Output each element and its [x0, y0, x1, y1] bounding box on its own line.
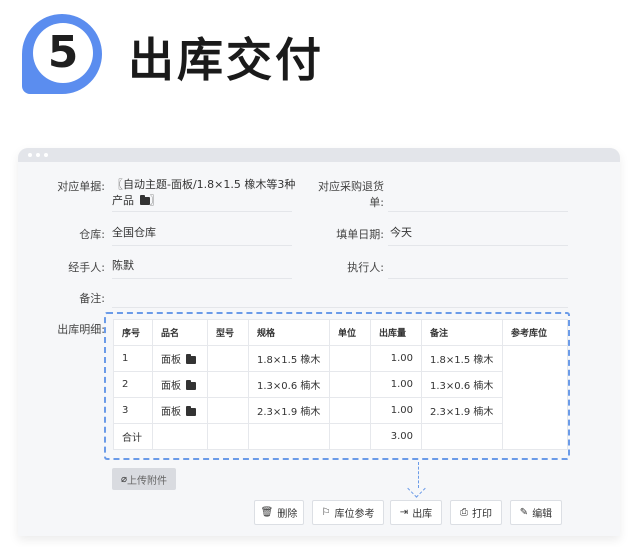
cell-remark: 1.3×0.6 楠木 — [421, 371, 503, 398]
purchase-return-underline — [388, 211, 568, 212]
location-reference-button[interactable]: ⚐ 库位参考 — [312, 500, 384, 525]
total-qty: 3.00 — [370, 423, 422, 450]
pencil-icon: ✎ — [519, 507, 529, 518]
purchase-return-label-line2: 单: — [369, 196, 384, 209]
upload-attachment-label: 上传附件 — [127, 475, 168, 487]
header-model: 型号 — [207, 319, 249, 346]
delete-button[interactable]: 🗑 删除 — [254, 500, 304, 525]
cell-seq: 1 — [113, 345, 153, 372]
cell-remark: 2.3×1.9 楠木 — [421, 397, 503, 424]
outbound-button[interactable]: ⇥ 出库 — [390, 500, 442, 525]
date-label: 填单日期: — [336, 228, 384, 241]
edit-label: 编辑 — [532, 509, 553, 520]
outbound-detail-table: 序号 品名 型号 规格 单位 出库量 备注 参考库位 1 面板 1.8×1.5 … — [113, 319, 568, 450]
total-label: 合计 — [113, 423, 153, 450]
window-dot — [28, 153, 32, 157]
step-badge: 5 — [22, 14, 102, 94]
warehouse-underline — [112, 245, 292, 246]
header-remark: 备注 — [421, 319, 503, 346]
executor-label: 执行人: — [347, 261, 384, 274]
warehouse-value[interactable]: 全国仓库 — [112, 225, 156, 241]
order-value[interactable]: 〖自动主题-面板/1.8×1.5 橡木等3种 产品 〗 — [112, 177, 312, 209]
cell-seq: 2 — [113, 371, 153, 398]
cell-empty — [329, 423, 371, 450]
folder-icon[interactable] — [186, 406, 197, 416]
header-name: 品名 — [152, 319, 208, 346]
cell-empty — [421, 423, 503, 450]
folder-icon — [139, 195, 150, 205]
warehouse-label: 仓库: — [79, 228, 105, 241]
window-dot — [36, 153, 40, 157]
step-number: 5 — [47, 27, 79, 78]
upload-attachment-button[interactable]: ⌀ 上传附件 — [112, 468, 176, 490]
header-qty: 出库量 — [370, 319, 422, 346]
executor-underline — [388, 278, 568, 279]
location-reference-label: 库位参考 — [334, 509, 375, 520]
cell-unit — [329, 371, 371, 398]
order-value-text: 〖自动主题-面板/1.8×1.5 橡木等3种 — [112, 178, 296, 191]
table-total-row: 合计 3.00 — [113, 423, 568, 450]
remark-underline — [112, 307, 568, 308]
cell-unit — [329, 345, 371, 372]
cell-model — [207, 397, 249, 424]
cell-unit — [329, 397, 371, 424]
cell-name-text: 面板 — [161, 407, 181, 418]
trash-icon: 🗑 — [260, 507, 274, 518]
cell-name[interactable]: 面板 — [152, 397, 208, 424]
handler-value[interactable]: 陈默 — [112, 258, 134, 274]
window-titlebar — [18, 148, 620, 162]
cell-model — [207, 345, 249, 372]
purchase-return-label: 对应采购退货 单: — [310, 178, 384, 210]
bookmark-icon: ⚐ — [321, 507, 331, 518]
cell-location — [502, 345, 568, 450]
cell-name-text: 面板 — [161, 355, 181, 366]
order-value-line2: 产品 — [112, 194, 134, 207]
cell-spec: 1.8×1.5 橡木 — [248, 345, 330, 372]
cell-name[interactable]: 面板 — [152, 371, 208, 398]
window-dot — [44, 153, 48, 157]
step-badge-inner: 5 — [33, 23, 93, 83]
printer-icon: ⎙ — [460, 507, 468, 518]
cell-name-text: 面板 — [161, 381, 181, 392]
order-value-close: 〗 — [149, 194, 161, 207]
table-row[interactable]: 2 面板 1.3×0.6 楠木 1.00 1.3×0.6 楠木 — [113, 371, 568, 398]
outbound-label: 出库 — [412, 509, 433, 520]
folder-icon[interactable] — [186, 380, 197, 390]
cell-empty — [207, 423, 249, 450]
cell-name[interactable]: 面板 — [152, 345, 208, 372]
header-seq: 序号 — [113, 319, 153, 346]
remark-label: 备注: — [79, 292, 105, 305]
folder-icon[interactable] — [186, 354, 197, 364]
header-location: 参考库位 — [502, 319, 568, 346]
exit-icon: ⇥ — [399, 507, 409, 518]
cell-model — [207, 371, 249, 398]
detail-label: 出库明细: — [57, 323, 105, 336]
purchase-return-label-line1: 对应采购退货 — [318, 180, 384, 193]
cell-remark: 1.8×1.5 橡木 — [421, 345, 503, 372]
page-title: 出库交付 — [128, 33, 324, 87]
table-row[interactable]: 1 面板 1.8×1.5 橡木 1.00 1.8×1.5 橡木 — [113, 345, 568, 450]
cell-qty: 1.00 — [370, 397, 422, 424]
handler-underline — [112, 278, 292, 279]
date-underline — [388, 245, 568, 246]
cell-spec: 1.3×0.6 楠木 — [248, 371, 330, 398]
header-unit: 单位 — [329, 319, 371, 346]
cell-qty: 1.00 — [370, 371, 422, 398]
table-row[interactable]: 3 面板 2.3×1.9 楠木 1.00 2.3×1.9 楠木 — [113, 397, 568, 424]
print-button[interactable]: ⎙ 打印 — [450, 500, 502, 525]
table-header-row: 序号 品名 型号 规格 单位 出库量 备注 参考库位 — [113, 319, 568, 346]
date-value[interactable]: 今天 — [390, 225, 412, 241]
handler-label: 经手人: — [68, 261, 105, 274]
cell-seq: 3 — [113, 397, 153, 424]
cell-qty: 1.00 — [370, 345, 422, 372]
header-spec: 规格 — [248, 319, 330, 346]
print-label: 打印 — [472, 509, 492, 520]
cell-spec: 2.3×1.9 楠木 — [248, 397, 330, 424]
order-label: 对应单据: — [57, 180, 105, 193]
order-underline — [112, 211, 292, 212]
edit-button[interactable]: ✎ 编辑 — [510, 500, 562, 525]
cell-empty — [248, 423, 330, 450]
cell-empty — [152, 423, 208, 450]
delete-label: 删除 — [277, 509, 298, 520]
